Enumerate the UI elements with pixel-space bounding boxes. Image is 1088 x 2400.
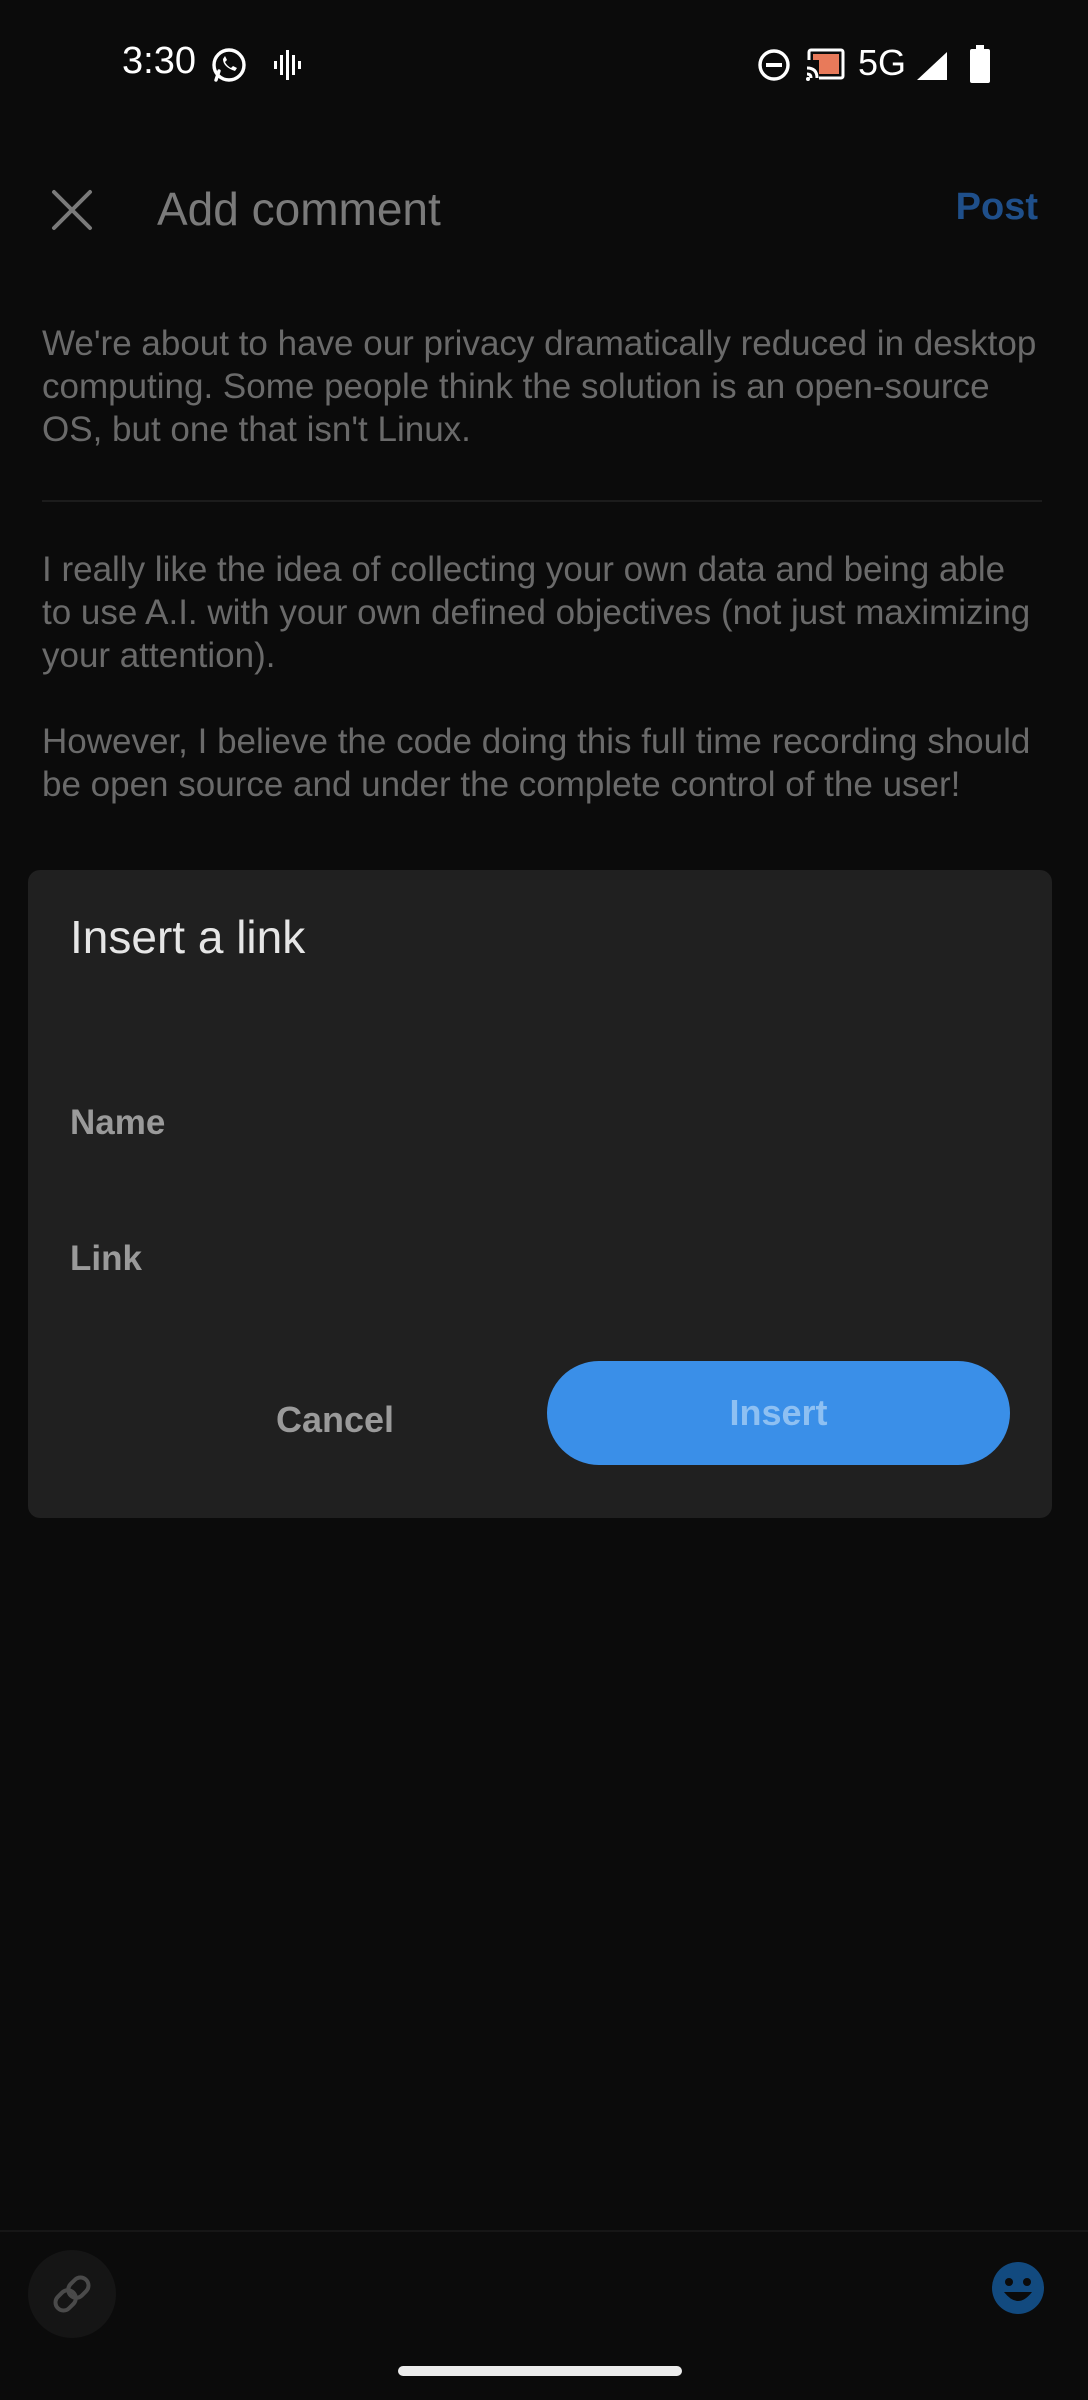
page-title: Add comment xyxy=(157,183,441,235)
do-not-disturb-icon xyxy=(757,48,791,87)
name-input[interactable] xyxy=(70,1088,1010,1158)
comment-paragraph[interactable]: However, I believe the code doing this f… xyxy=(42,720,1042,806)
close-button[interactable] xyxy=(42,180,102,240)
dialog-title: Insert a link xyxy=(70,911,306,963)
app-header: Add comment Post xyxy=(0,150,1088,260)
insert-link-button[interactable] xyxy=(28,2250,116,2338)
post-button[interactable]: Post xyxy=(956,186,1038,229)
divider xyxy=(42,500,1042,502)
insert-link-dialog: Insert a link Cancel Insert xyxy=(28,870,1052,1518)
insert-button[interactable]: Insert xyxy=(547,1361,1010,1465)
whatsapp-icon xyxy=(210,46,248,89)
cancel-button[interactable]: Cancel xyxy=(160,1380,510,1460)
emoji-icon xyxy=(992,2262,1044,2314)
link-icon xyxy=(53,2275,91,2313)
comment-paragraph[interactable]: I really like the idea of collecting you… xyxy=(42,548,1042,677)
quoted-post-text: We're about to have our privacy dramatic… xyxy=(42,324,1037,449)
screen: 3:30 5G Add comment Post We're about to … xyxy=(0,0,1088,2400)
home-indicator[interactable] xyxy=(398,2366,682,2376)
bottom-toolbar xyxy=(0,2230,1088,2400)
status-time: 3:30 xyxy=(122,40,196,82)
network-type: 5G xyxy=(858,42,907,83)
battery-icon xyxy=(969,45,991,88)
voice-recorder-icon xyxy=(272,50,302,85)
cast-icon xyxy=(805,48,845,87)
emoji-button[interactable] xyxy=(990,2260,1046,2316)
status-bar: 3:30 5G xyxy=(0,0,1088,135)
name-field-wrapper xyxy=(70,1088,1010,1158)
link-field-wrapper xyxy=(70,1224,1010,1294)
close-icon xyxy=(52,190,92,230)
signal-icon xyxy=(915,50,949,87)
link-input[interactable] xyxy=(70,1224,1010,1294)
